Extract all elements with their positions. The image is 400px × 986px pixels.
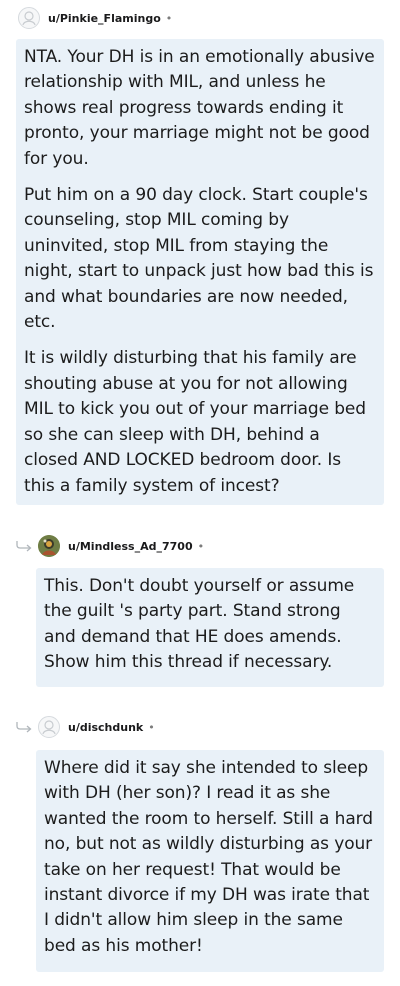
separator-dot: •	[148, 720, 155, 734]
comment-header: u/dischdunk •	[38, 712, 155, 742]
username[interactable]: u/dischdunk	[68, 721, 143, 734]
comment-paragraph: Put him on a 90 day clock. Start couple'…	[24, 185, 374, 333]
avatar[interactable]	[38, 535, 60, 557]
comment-paragraph: NTA. Your DH is in an emotionally abusiv…	[24, 47, 375, 169]
default-avatar-icon	[22, 11, 36, 26]
separator-dot: •	[197, 539, 205, 553]
comment-body: This. Don't doubt yourself or assume the…	[36, 568, 384, 687]
separator-dot: •	[165, 11, 173, 25]
comment-header: u/Mindless_Ad_7700 •	[38, 531, 204, 561]
avatar[interactable]	[18, 7, 40, 29]
reply-arrow-icon	[14, 539, 36, 553]
comment-reply: u/dischdunk • Where did it say she inten…	[0, 712, 400, 982]
comment-body: NTA. Your DH is in an emotionally abusiv…	[16, 39, 384, 505]
comment-body: Where did it say she intended to sleep w…	[36, 750, 384, 972]
comment-header: u/Pinkie_Flamingo •	[18, 3, 172, 33]
user-photo-avatar	[38, 535, 60, 557]
comment-paragraph: Where did it say she intended to sleep w…	[44, 758, 373, 956]
reply-arrow-icon	[14, 720, 36, 734]
default-avatar-icon	[42, 720, 56, 735]
comment-paragraph: It is wildly disturbing that his family …	[24, 348, 366, 496]
username[interactable]: u/Pinkie_Flamingo	[48, 12, 161, 25]
comment-paragraph: This. Don't doubt yourself or assume the…	[44, 576, 355, 673]
avatar[interactable]	[38, 716, 60, 738]
username[interactable]: u/Mindless_Ad_7700	[68, 540, 193, 553]
comment-reply: u/Mindless_Ad_7700 • This. Don't doubt y…	[0, 530, 400, 690]
comment: u/Pinkie_Flamingo • NTA. Your DH is in a…	[0, 0, 400, 510]
